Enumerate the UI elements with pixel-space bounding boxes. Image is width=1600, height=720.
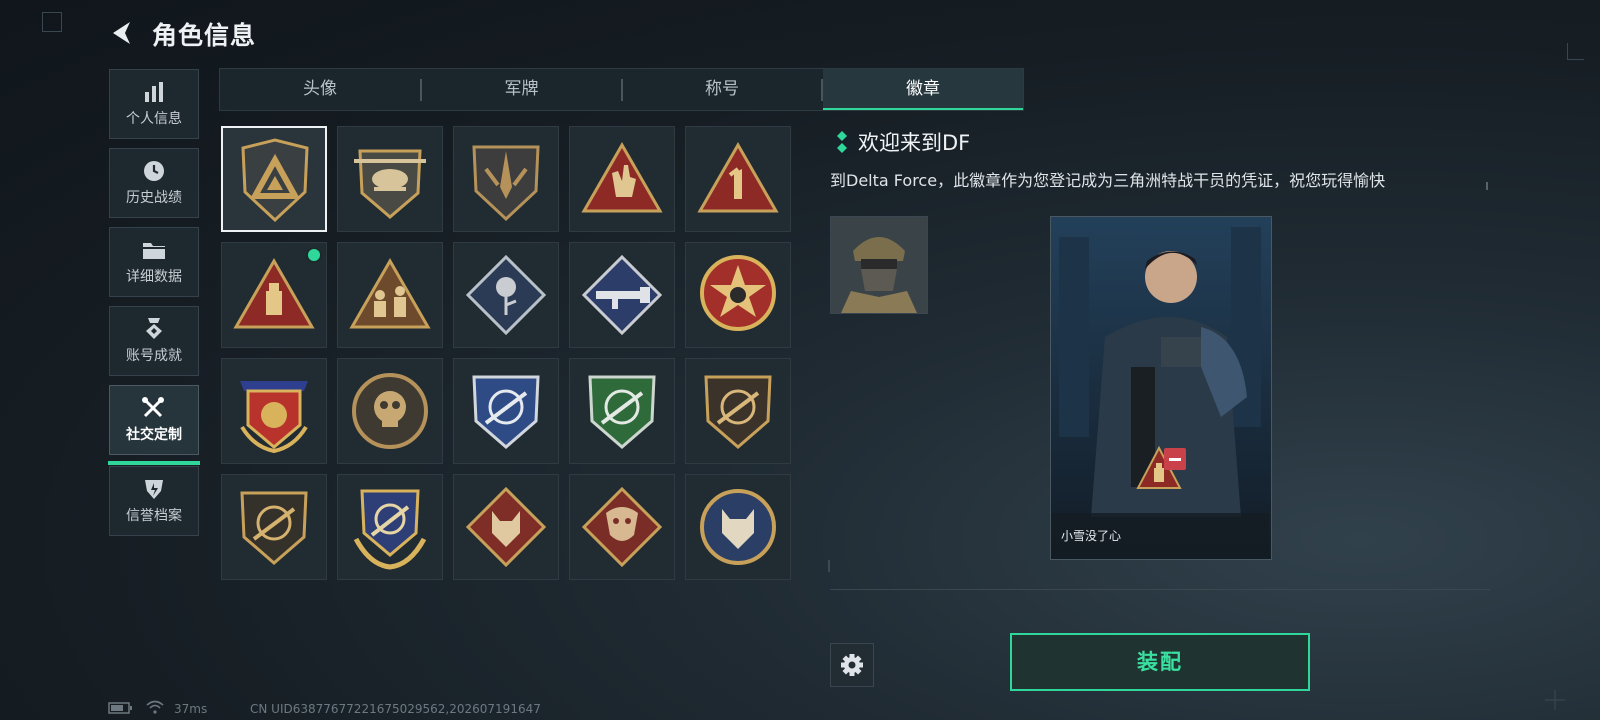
badge-cell[interactable] <box>569 358 675 464</box>
frame-corner-mark <box>1567 43 1584 60</box>
dragon-diamond-badge-icon <box>581 486 663 568</box>
crosshair-rifle-green-badge-icon <box>588 375 656 449</box>
scroll-indicator <box>1486 182 1488 190</box>
badge-cell[interactable] <box>453 126 559 232</box>
badge-cell[interactable] <box>569 242 675 348</box>
badge-description: 到Delta Force，此徽章作为您登记成为三角洲特战干员的凭证，祝您玩得愉快 <box>830 171 1386 190</box>
badge-cell[interactable] <box>337 242 443 348</box>
badge-cell[interactable] <box>453 474 559 580</box>
new-indicator-dot <box>308 249 320 261</box>
sidebar-item-history[interactable]: 历史战绩 <box>109 148 199 218</box>
soldiers-badge-icon <box>349 257 431 329</box>
medal-icon <box>146 318 162 339</box>
settings-button[interactable] <box>830 643 874 687</box>
uid-text: CN UID63877677221675029562,202607191647 <box>250 702 541 716</box>
badge-name: 欢迎来到DF <box>858 131 971 155</box>
diamond-marker-icon <box>837 131 847 153</box>
gear-icon <box>841 654 863 676</box>
minus-icon <box>1169 458 1181 461</box>
tab-dog-tag[interactable]: 军牌 <box>422 69 621 110</box>
player-name: 小雪没了心 <box>1061 529 1122 543</box>
crosshair-rifle-laurel-badge-icon <box>353 489 427 570</box>
badge-cell[interactable] <box>221 474 327 580</box>
frame-corner-mark <box>42 12 62 32</box>
lynx-round-badge-icon <box>700 489 776 565</box>
badge-cell[interactable] <box>221 126 327 232</box>
badge-cell[interactable] <box>569 474 675 580</box>
helicopter-badge-icon <box>354 149 426 219</box>
shield-icon <box>145 480 163 499</box>
badge-cell[interactable] <box>685 126 791 232</box>
badge-cell[interactable] <box>685 242 791 348</box>
star-emblem-badge-icon <box>700 255 776 331</box>
sidebar-item-label: 个人信息 <box>126 111 182 127</box>
badge-cell[interactable] <box>685 474 791 580</box>
crosshair-rifle-gold-badge-icon <box>240 491 308 565</box>
badge-cell[interactable] <box>337 358 443 464</box>
ping-text: 37ms <box>174 702 208 716</box>
wifi-icon <box>146 700 164 714</box>
rose-diamond-badge-icon <box>465 254 547 336</box>
sidebar-item-label: 信誉档案 <box>126 508 182 524</box>
winged-ribbon-badge-icon <box>240 381 308 454</box>
delta-shield-badge-icon <box>241 138 309 223</box>
sidebar-item-achievements[interactable]: 账号成就 <box>109 306 199 376</box>
sidebar-item-social-custom[interactable]: 社交定制 <box>109 385 199 455</box>
badge-cell[interactable] <box>337 126 443 232</box>
badge-cell[interactable] <box>453 358 559 464</box>
sidebar-item-personal-info[interactable]: 个人信息 <box>109 69 199 139</box>
crosshair-rifle-blue-badge-icon <box>472 375 540 449</box>
sidebar-item-label: 社交定制 <box>126 427 182 443</box>
equip-button[interactable]: 装配 <box>1010 633 1310 691</box>
badge-cell[interactable] <box>337 474 443 580</box>
number-one-badge-icon <box>697 141 779 213</box>
skull-round-badge-icon <box>352 373 428 449</box>
badge-cell[interactable] <box>221 358 327 464</box>
sidebar-item-detailed-data[interactable]: 详细数据 <box>109 227 199 297</box>
badge-cell[interactable] <box>453 242 559 348</box>
soldier-portrait-icon <box>831 217 927 313</box>
dagger-shield-badge-icon <box>472 145 540 222</box>
tab-avatar[interactable]: 头像 <box>220 69 420 110</box>
remove-badge-button[interactable] <box>1164 448 1186 470</box>
bar-chart-icon <box>145 82 163 102</box>
sidebar-item-reputation[interactable]: 信誉档案 <box>109 466 199 536</box>
tab-title[interactable]: 称号 <box>623 69 821 110</box>
badge-cell[interactable] <box>685 358 791 464</box>
sidebar-item-label: 历史战绩 <box>126 190 182 206</box>
sidebar-active-indicator <box>108 461 200 465</box>
tab-badge[interactable]: 徽章 <box>823 69 1023 110</box>
crosshair-rifle-bronze-badge-icon <box>704 375 772 449</box>
operator-portrait-icon <box>1051 217 1271 559</box>
back-arrow-icon[interactable] <box>108 18 134 48</box>
sidebar-item-label: 详细数据 <box>126 269 182 285</box>
folder-icon <box>143 243 165 259</box>
panel-divider <box>830 589 1490 590</box>
hand-sign-badge-icon <box>581 141 663 213</box>
character-card <box>1050 216 1272 560</box>
battery-icon <box>108 702 132 714</box>
avatar <box>830 216 928 314</box>
badge-cell[interactable] <box>569 126 675 232</box>
tools-icon <box>142 397 164 418</box>
sidebar-item-label: 账号成就 <box>126 348 182 364</box>
launcher-diamond-badge-icon <box>581 254 663 336</box>
badge-cell[interactable] <box>221 242 327 348</box>
usb-drive-badge-icon <box>233 257 315 329</box>
clock-icon <box>144 161 164 181</box>
panel-edge-mark <box>828 560 830 572</box>
crosshair-mark-icon <box>1545 690 1565 710</box>
wolf-diamond-badge-icon <box>465 486 547 568</box>
category-tabs: 头像 军牌 称号 徽章 <box>219 68 1024 111</box>
page-title: 角色信息 <box>152 21 257 50</box>
